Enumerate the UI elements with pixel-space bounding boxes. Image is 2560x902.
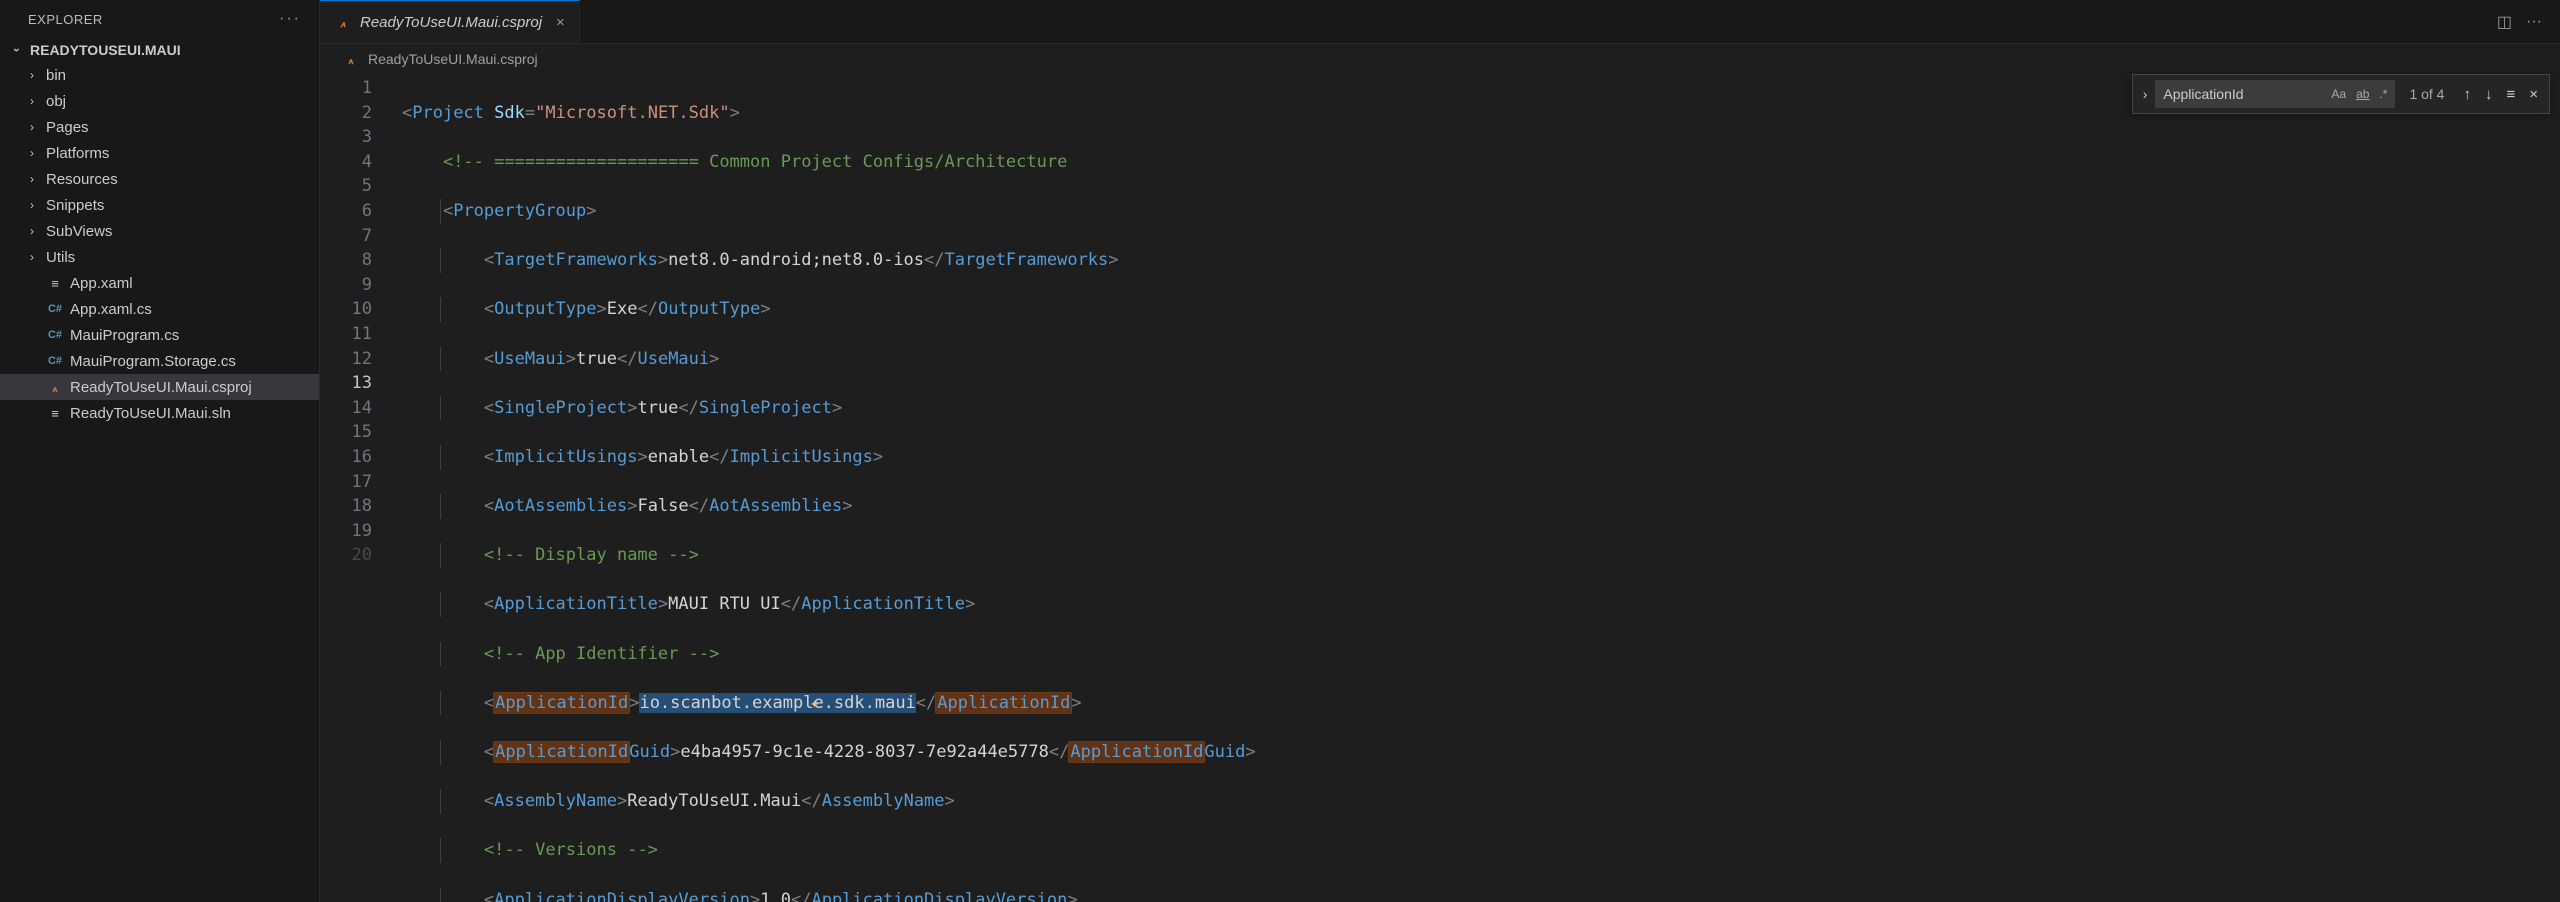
chevron-right-icon: › bbox=[24, 172, 40, 186]
file-mauiprogram-cs[interactable]: C# MauiProgram.cs bbox=[0, 322, 319, 348]
chevron-right-icon: › bbox=[24, 120, 40, 134]
file-icon: ≡ bbox=[46, 404, 64, 422]
breadcrumb-label: ReadyToUseUI.Maui.csproj bbox=[368, 51, 538, 67]
file-csproj[interactable]: ៱ ReadyToUseUI.Maui.csproj bbox=[0, 374, 319, 400]
file-label: MauiProgram.cs bbox=[70, 327, 179, 344]
file-label: MauiProgram.Storage.cs bbox=[70, 353, 236, 370]
chevron-right-icon: › bbox=[24, 224, 40, 238]
close-icon[interactable]: × bbox=[556, 14, 565, 31]
file-label: ReadyToUseUI.Maui.csproj bbox=[70, 379, 252, 396]
code-editor[interactable]: 1234 5678 9101112 13141516 17181920 <Pro… bbox=[320, 74, 2560, 902]
csharp-icon: C# bbox=[46, 326, 64, 344]
csharp-icon: C# bbox=[46, 352, 64, 370]
more-icon[interactable]: ··· bbox=[2526, 13, 2542, 31]
file-mauiprogram-storage-cs[interactable]: C# MauiProgram.Storage.cs bbox=[0, 348, 319, 374]
line-gutter: 1234 5678 9101112 13141516 17181920 bbox=[320, 74, 402, 902]
tab-csproj[interactable]: ៱ ReadyToUseUI.Maui.csproj × bbox=[320, 0, 580, 43]
folder-label: SubViews bbox=[46, 223, 112, 240]
file-app-xaml-cs[interactable]: C# App.xaml.cs bbox=[0, 296, 319, 322]
folder-utils[interactable]: › Utils bbox=[0, 244, 319, 270]
chevron-right-icon: › bbox=[24, 198, 40, 212]
rss-icon: ៱ bbox=[46, 378, 64, 396]
rss-icon: ៱ bbox=[334, 13, 352, 31]
chevron-right-icon: › bbox=[24, 146, 40, 160]
folder-platforms[interactable]: › Platforms bbox=[0, 140, 319, 166]
file-app-xaml[interactable]: ≡ App.xaml bbox=[0, 270, 319, 296]
chevron-right-icon: › bbox=[24, 94, 40, 108]
chevron-down-icon: › bbox=[10, 43, 24, 57]
tab-bar: ៱ ReadyToUseUI.Maui.csproj × ◫ ··· bbox=[320, 0, 2560, 44]
split-editor-icon[interactable]: ◫ bbox=[2497, 12, 2512, 32]
folder-resources[interactable]: › Resources bbox=[0, 166, 319, 192]
chevron-right-icon: › bbox=[24, 250, 40, 264]
csharp-icon: C# bbox=[46, 300, 64, 318]
project-root[interactable]: › READYTOUSEUI.MAUI bbox=[0, 38, 319, 62]
breadcrumb[interactable]: ៱ ReadyToUseUI.Maui.csproj bbox=[320, 44, 2560, 74]
folder-pages[interactable]: › Pages bbox=[0, 114, 319, 140]
folder-label: Pages bbox=[46, 119, 89, 136]
editor-actions: ◫ ··· bbox=[2497, 0, 2560, 43]
folder-bin[interactable]: › bin bbox=[0, 62, 319, 88]
file-icon: ≡ bbox=[46, 274, 64, 292]
file-sln[interactable]: ≡ ReadyToUseUI.Maui.sln bbox=[0, 400, 319, 426]
folder-label: Platforms bbox=[46, 145, 109, 162]
folder-label: Resources bbox=[46, 171, 118, 188]
explorer-title: EXPLORER bbox=[28, 12, 103, 27]
tab-label: ReadyToUseUI.Maui.csproj bbox=[360, 14, 542, 31]
more-icon[interactable]: ··· bbox=[279, 10, 301, 28]
rss-icon: ៱ bbox=[342, 50, 360, 68]
explorer-header: EXPLORER ··· bbox=[0, 0, 319, 38]
folder-snippets[interactable]: › Snippets bbox=[0, 192, 319, 218]
explorer-sidebar: EXPLORER ··· › READYTOUSEUI.MAUI › bin › o… bbox=[0, 0, 320, 902]
folder-label: Snippets bbox=[46, 197, 104, 214]
sparkle-icon: ✦ bbox=[810, 691, 819, 716]
code-content[interactable]: <Project Sdk="Microsoft.NET.Sdk"> <!-- =… bbox=[402, 74, 2560, 902]
folder-label: bin bbox=[46, 67, 66, 84]
chevron-right-icon: › bbox=[24, 68, 40, 82]
editor-area: ៱ ReadyToUseUI.Maui.csproj × ◫ ··· ៱ Rea… bbox=[320, 0, 2560, 902]
folder-label: obj bbox=[46, 93, 66, 110]
folder-obj[interactable]: › obj bbox=[0, 88, 319, 114]
file-label: App.xaml.cs bbox=[70, 301, 152, 318]
folder-subviews[interactable]: › SubViews bbox=[0, 218, 319, 244]
folder-label: Utils bbox=[46, 249, 75, 266]
file-label: ReadyToUseUI.Maui.sln bbox=[70, 405, 231, 422]
project-name: READYTOUSEUI.MAUI bbox=[30, 42, 181, 58]
file-label: App.xaml bbox=[70, 275, 133, 292]
